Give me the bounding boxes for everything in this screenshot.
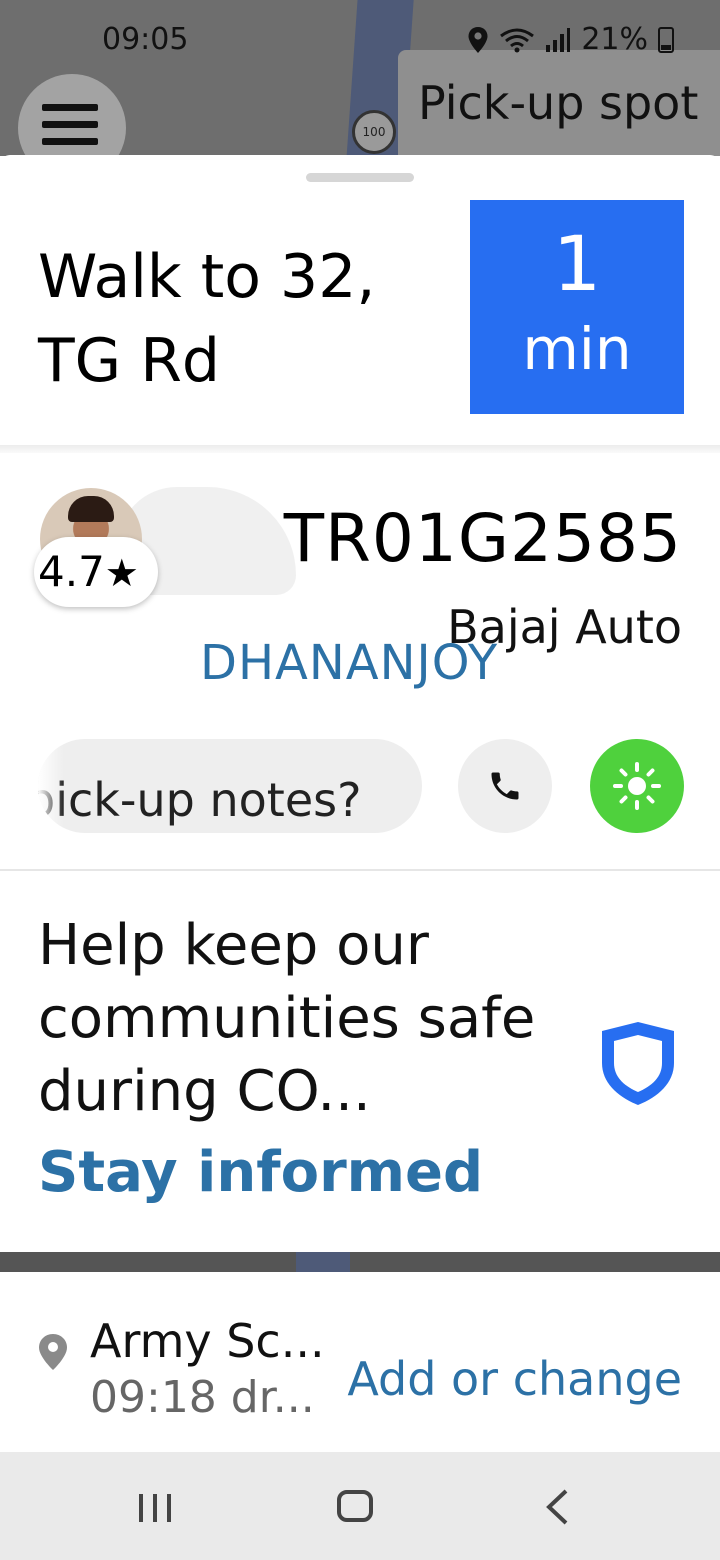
signal-icon	[546, 27, 571, 52]
driver-name: DHANANJOY	[200, 635, 499, 691]
home-icon[interactable]	[337, 1490, 373, 1522]
eta-unit: min	[522, 315, 632, 383]
section-divider	[0, 445, 720, 453]
wifi-icon	[500, 28, 535, 52]
pickup-notes-label: pick-up notes?	[38, 773, 362, 827]
location-icon	[468, 26, 488, 53]
destination-pin-icon	[39, 1334, 67, 1370]
speed-limit-sign: 100	[352, 110, 396, 154]
eta-value: 1	[552, 219, 602, 308]
license-plate: TR01G2585	[283, 500, 682, 577]
hamburger-icon	[42, 104, 98, 155]
shield-icon	[602, 1022, 674, 1105]
section-divider	[0, 869, 720, 871]
driver-rating: 4.7★	[34, 537, 158, 607]
eta-badge: 1 min	[470, 200, 684, 414]
destination-name: Army Sc...	[90, 1314, 325, 1368]
map-strip	[0, 1252, 720, 1272]
system-nav-bar	[0, 1452, 720, 1560]
map-road	[296, 1252, 350, 1272]
sheet-grab-handle[interactable]	[306, 173, 414, 182]
walk-instruction: Walk to 32, TG Rd	[38, 242, 376, 396]
safety-message: Help keep our communities safe during CO…	[38, 913, 536, 1124]
avatar-hair	[68, 496, 114, 522]
trip-sheet: Walk to 32, TG Rd 1 min 4.7★ TR01G2585 B…	[0, 155, 720, 1252]
rating-value: 4.7	[38, 547, 105, 596]
status-icons: 21%	[467, 22, 674, 57]
recent-apps-icon[interactable]	[136, 1492, 174, 1524]
fade-overlay	[38, 739, 64, 833]
add-or-change-link[interactable]: Add or change	[347, 1352, 682, 1406]
status-bar: 09:05 21%	[0, 0, 720, 80]
destination-row: Army Sc... 09:18 dr... Add or change	[0, 1272, 720, 1452]
sun-icon	[613, 762, 661, 810]
battery-percent: 21%	[581, 22, 648, 57]
star-icon: ★	[104, 551, 139, 595]
status-time: 09:05	[102, 22, 189, 57]
destination-time: 09:18 dr...	[90, 1372, 315, 1423]
back-icon[interactable]	[544, 1488, 570, 1526]
phone-icon	[491, 772, 519, 800]
pickup-notes-button[interactable]: pick-up notes?	[38, 739, 422, 833]
call-button[interactable]	[458, 739, 552, 833]
pickup-spot-label: Pick-up spot	[418, 76, 699, 130]
stay-informed-link[interactable]: Stay informed	[38, 1140, 483, 1205]
battery-icon	[658, 26, 674, 53]
light-signal-button[interactable]	[590, 739, 684, 833]
